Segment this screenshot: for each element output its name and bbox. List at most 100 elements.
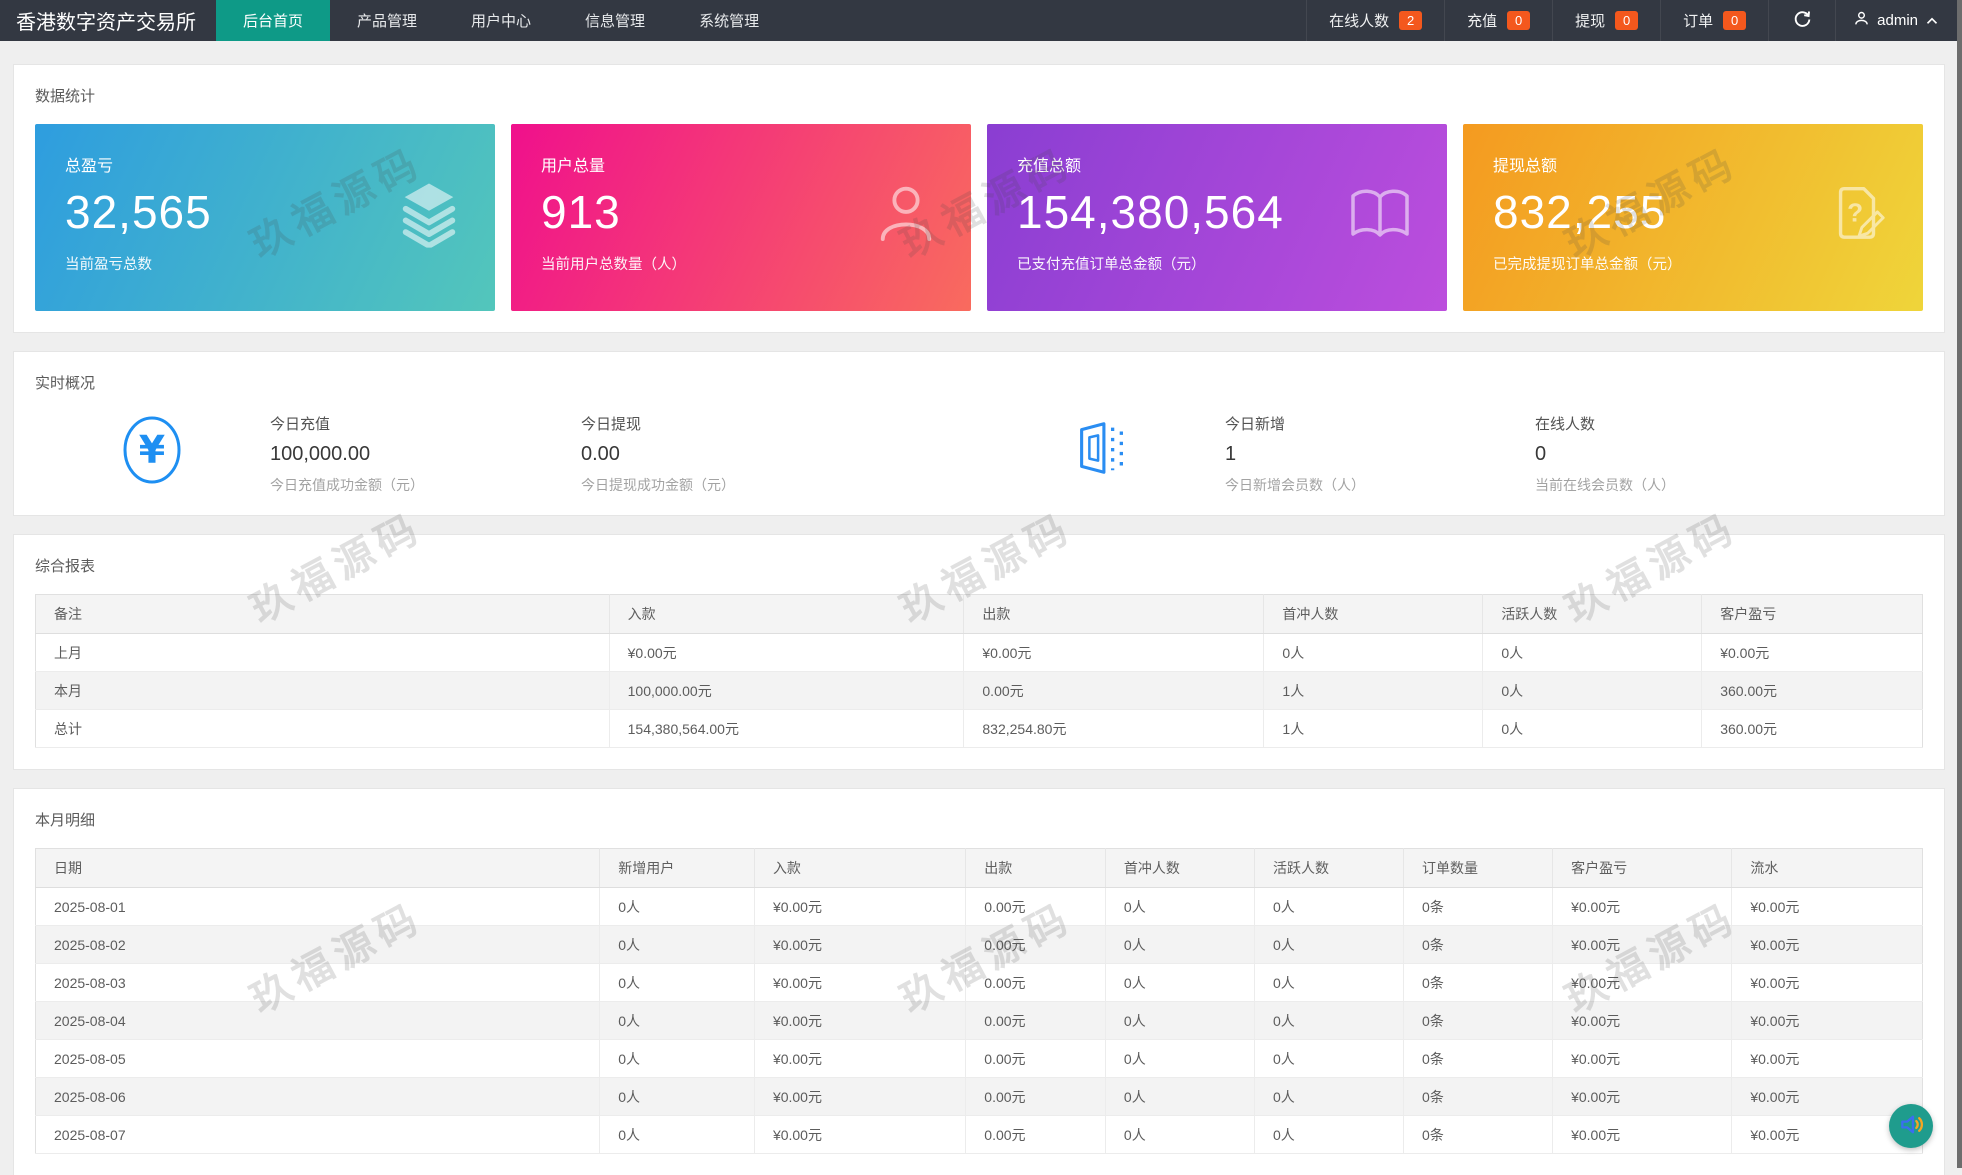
- summary-report-table: 备注 入款 出款 首冲人数 活跃人数 客户盈亏 上月 ¥0.00元 ¥0.00元 0人 0人 ¥0.0…: [35, 594, 1923, 748]
- nav-item-dashboard[interactable]: 后台首页: [216, 0, 331, 41]
- realtime-item-today-deposit: 今日充值 100,000.00 今日充值成功金额（元）: [270, 413, 424, 495]
- stat-card-total-profit: 总盈亏 32,565 当前盈亏总数: [35, 124, 495, 311]
- sound-notification-button[interactable]: [1889, 1104, 1933, 1148]
- table-cell: 0.00元: [965, 1039, 1106, 1078]
- navbar-status-area: 在线人数 2 充值 0 提现 0 订单 0 admin: [1306, 0, 1962, 41]
- realtime-item-new-members: 今日新增 1 今日新增会员数（人）: [1225, 413, 1365, 495]
- column-header: 出款: [965, 848, 1106, 888]
- status-online-count[interactable]: 在线人数 2: [1306, 0, 1444, 41]
- realtime-value: 0: [1535, 443, 1547, 465]
- table-cell: 2025-08-06: [35, 1077, 601, 1116]
- nav-item-info[interactable]: 信息管理: [558, 0, 672, 41]
- chevron-up-icon: [1926, 12, 1938, 29]
- table-cell: ¥0.00元: [1731, 1001, 1923, 1040]
- table-header-row: 备注 入款 出款 首冲人数 活跃人数 客户盈亏: [35, 594, 1923, 634]
- table-cell: 0人: [599, 1001, 755, 1040]
- table-cell: 0人: [1254, 887, 1405, 926]
- column-header: 首冲人数: [1105, 848, 1255, 888]
- table-cell: 0.00元: [963, 671, 1265, 710]
- table-row: 2025-08-05 0人 ¥0.00元 0.00元 0人 0人 0条 ¥0.00元 ¥0.00…: [35, 1039, 1923, 1078]
- table-cell: 0人: [1105, 963, 1255, 1002]
- table-cell: 0人: [599, 1039, 755, 1078]
- table-cell: ¥0.00元: [754, 1077, 967, 1116]
- column-header: 新增用户: [599, 848, 755, 888]
- status-deposits[interactable]: 充值 0: [1444, 0, 1552, 41]
- building-icon: [1070, 417, 1132, 482]
- table-cell: 0人: [1105, 887, 1255, 926]
- realtime-label: 今日充值: [270, 416, 331, 433]
- person-icon: [875, 181, 937, 248]
- nav-item-users[interactable]: 用户中心: [444, 0, 558, 41]
- table-cell: ¥0.00元: [1552, 887, 1733, 926]
- table-cell: 0人: [599, 963, 755, 1002]
- table-cell: 0条: [1403, 1001, 1554, 1040]
- realtime-panel: 实时概况 ¥ 今日充值 100,000.00 今日充值成功金额（元） 今日提现 …: [14, 352, 1944, 515]
- stat-card-total-deposit: 充值总额 154,380,564 已支付充值订单总金额（元）: [987, 124, 1447, 311]
- table-row: 本月 100,000.00元 0.00元 1人 0人 360.00元: [35, 671, 1923, 710]
- main-menu: 后台首页 产品管理 用户中心 信息管理 系统管理: [216, 0, 786, 41]
- nav-item-products[interactable]: 产品管理: [330, 0, 444, 41]
- realtime-value: 1: [1225, 443, 1237, 465]
- table-cell: 0.00元: [965, 1115, 1106, 1154]
- table-cell: 0人: [1105, 1039, 1255, 1078]
- table-cell: 0条: [1403, 963, 1554, 1002]
- realtime-label: 今日新增: [1225, 416, 1286, 433]
- table-cell: 0人: [599, 1115, 755, 1154]
- admin-dropdown[interactable]: admin: [1835, 0, 1962, 41]
- table-cell: 0.00元: [965, 925, 1106, 964]
- table-cell: 0人: [1105, 1115, 1255, 1154]
- vertical-scrollbar[interactable]: [1957, 0, 1962, 1168]
- table-cell: ¥0.00元: [1731, 1077, 1923, 1116]
- table-cell: 2025-08-07: [35, 1115, 601, 1154]
- summary-report-title: 综合报表: [35, 558, 96, 575]
- column-header: 流水: [1731, 848, 1923, 888]
- column-header: 入款: [609, 594, 965, 634]
- column-header: 活跃人数: [1254, 848, 1405, 888]
- refresh-icon: [1793, 10, 1812, 32]
- top-navbar: 香港数字资产交易所 后台首页 产品管理 用户中心 信息管理 系统管理 在线人数 …: [0, 0, 1962, 41]
- table-cell: ¥0.00元: [1552, 1039, 1733, 1078]
- stat-card-label: 总盈亏: [65, 158, 114, 175]
- status-withdrawals[interactable]: 提现 0: [1552, 0, 1660, 41]
- table-header-row: 日期 新增用户 入款 出款 首冲人数 活跃人数 订单数量 客户盈亏 流水: [35, 848, 1923, 888]
- table-cell: ¥0.00元: [963, 633, 1265, 672]
- table-row: 2025-08-01 0人 ¥0.00元 0.00元 0人 0人 0条 ¥0.00元 ¥0.00…: [35, 887, 1923, 926]
- nav-item-system[interactable]: 系统管理: [672, 0, 786, 41]
- column-header: 日期: [35, 848, 601, 888]
- refresh-button[interactable]: [1768, 0, 1835, 41]
- table-cell: 0人: [599, 887, 755, 926]
- svg-text:¥: ¥: [139, 428, 165, 472]
- table-cell: ¥0.00元: [754, 887, 967, 926]
- stat-cards-row: 总盈亏 32,565 当前盈亏总数 用户总量 913 当前用户总数量（人） 充值…: [14, 106, 1944, 332]
- table-cell: ¥0.00元: [754, 963, 967, 1002]
- status-orders[interactable]: 订单 0: [1660, 0, 1768, 41]
- table-cell: 154,380,564.00元: [609, 709, 965, 748]
- table-cell: ¥0.00元: [1731, 925, 1923, 964]
- table-cell: ¥0.00元: [1552, 1001, 1733, 1040]
- table-row: 2025-08-03 0人 ¥0.00元 0.00元 0人 0人 0条 ¥0.00元 ¥0.00…: [35, 963, 1923, 1002]
- table-cell: 0人: [1254, 1039, 1405, 1078]
- nav-item-label: 用户中心: [471, 13, 532, 30]
- stat-card-desc: 当前用户总数量（人）: [541, 256, 686, 273]
- table-cell: ¥0.00元: [1731, 1039, 1923, 1078]
- table-cell: 2025-08-02: [35, 925, 601, 964]
- yen-circle-icon: ¥: [120, 413, 184, 490]
- table-cell: ¥0.00元: [754, 1001, 967, 1040]
- stat-card-label: 用户总量: [541, 158, 606, 175]
- table-cell: 1人: [1263, 709, 1484, 748]
- table-cell: 0条: [1403, 925, 1554, 964]
- table-cell: 0人: [1254, 925, 1405, 964]
- question-doc-icon: ?: [1827, 182, 1889, 247]
- stat-card-total-users: 用户总量 913 当前用户总数量（人）: [511, 124, 971, 311]
- table-cell: 0条: [1403, 1039, 1554, 1078]
- table-cell: 100,000.00元: [609, 671, 965, 710]
- svg-text:?: ?: [1847, 197, 1863, 227]
- table-cell: ¥0.00元: [1731, 887, 1923, 926]
- table-cell: 2025-08-03: [35, 963, 601, 1002]
- stat-card-label: 充值总额: [1017, 158, 1082, 175]
- stat-card-desc: 已完成提现订单总金额（元）: [1493, 256, 1682, 273]
- column-header: 入款: [754, 848, 967, 888]
- stat-card-label: 提现总额: [1493, 158, 1558, 175]
- status-badge: 0: [1723, 11, 1747, 30]
- table-cell: 0人: [1105, 1001, 1255, 1040]
